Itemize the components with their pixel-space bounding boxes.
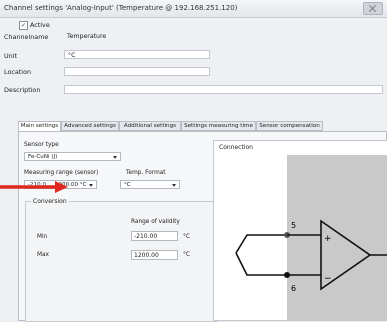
- chevron-down-icon: [172, 184, 176, 187]
- sensor-type-select[interactable]: Fe-CuNi (J): [24, 152, 121, 161]
- conversion-group: Conversion Range of validity Min -210.00…: [25, 198, 217, 322]
- connection-title: Connection: [219, 144, 253, 151]
- channel-name-label: Channelname: [4, 33, 49, 41]
- channel-name-input[interactable]: Temperature: [64, 32, 210, 41]
- active-label: Active: [30, 21, 50, 29]
- description-label: Description: [4, 86, 41, 94]
- min-unit: °C: [183, 234, 190, 240]
- tab-additional-settings[interactable]: Additional settings: [119, 121, 181, 131]
- location-input[interactable]: [64, 67, 210, 76]
- wire-top: [235, 234, 287, 254]
- temp-format-value: °C: [124, 182, 131, 188]
- terminal-block-shading: [287, 155, 387, 320]
- red-arrow-annotation: [0, 181, 68, 193]
- temp-format-label: Temp. Format: [126, 170, 166, 176]
- title-bar: Channel settings 'Analog-Input' (Tempera…: [0, 0, 387, 18]
- location-label: Location: [4, 68, 32, 76]
- conversion-title: Conversion: [31, 198, 69, 205]
- window-title: Channel settings 'Analog-Input' (Tempera…: [4, 4, 238, 12]
- max-unit: °C: [183, 252, 190, 258]
- terminal-top-number: 5: [291, 221, 296, 230]
- range-of-validity-label: Range of validity: [131, 219, 180, 225]
- temp-format-select[interactable]: °C: [120, 180, 180, 189]
- terminal-bottom-number: 6: [291, 284, 296, 293]
- measuring-range-label: Measuring range (sensor): [24, 170, 99, 176]
- sensor-type-label: Sensor type: [24, 142, 59, 148]
- max-label: Max: [37, 252, 49, 258]
- channel-settings-window: Channel settings 'Analog-Input' (Tempera…: [0, 0, 387, 322]
- description-input[interactable]: [64, 85, 383, 94]
- max-input[interactable]: 1200.00: [131, 250, 178, 260]
- tab-sensor-compensation[interactable]: Sensor compensation: [256, 121, 323, 131]
- thermocouple-connection-diagram: 5 6 + −: [235, 155, 387, 320]
- arrow-head-icon: [55, 181, 68, 193]
- min-label: Min: [37, 234, 48, 240]
- active-checkbox[interactable]: ✓: [19, 21, 28, 30]
- unit-input[interactable]: °C: [64, 50, 210, 59]
- min-input[interactable]: -210.00: [131, 231, 178, 241]
- chevron-down-icon: [89, 184, 93, 187]
- plus-sign: +: [324, 234, 332, 244]
- close-button[interactable]: [363, 2, 383, 15]
- chevron-down-icon: [113, 156, 117, 159]
- connection-box: 5 6 + − Connection: [213, 140, 387, 321]
- main-settings-panel: Sensor type Fe-CuNi (J) Measuring range …: [18, 131, 387, 322]
- tab-advanced-settings[interactable]: Advanced settings: [61, 121, 119, 131]
- unit-label: Unit: [4, 52, 18, 60]
- wire-bottom: [235, 252, 287, 276]
- sensor-type-value: Fe-CuNi (J): [28, 154, 58, 160]
- tab-settings-measuring-time[interactable]: Settings measuring time: [181, 121, 256, 131]
- minus-sign: −: [324, 274, 332, 284]
